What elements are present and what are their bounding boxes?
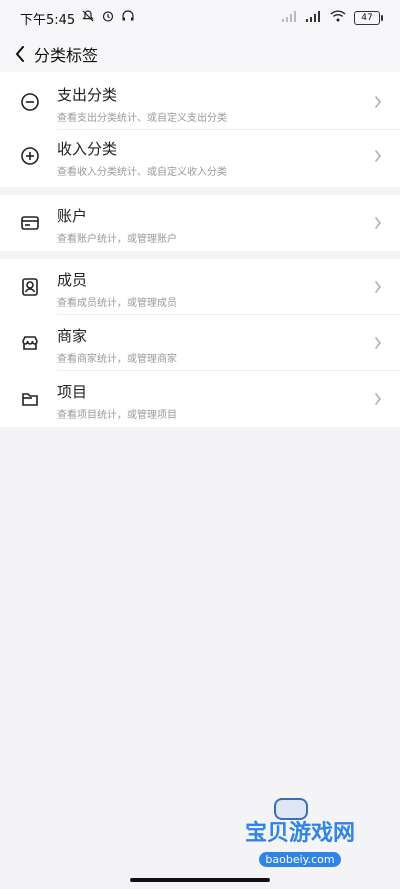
item-subtitle: 查看账户统计，或管理账户	[57, 234, 177, 245]
signal-hd-icon	[306, 10, 322, 26]
watermark: 宝贝游戏网 baobeiy.com	[220, 798, 380, 867]
minus-circle-icon	[20, 92, 40, 112]
gamepad-icon	[274, 798, 308, 820]
list-item-income-categories[interactable]: 收入分类 查看收入分类统计、或自定义收入分类	[0, 128, 400, 184]
section-categories: 支出分类 查看支出分类统计、或自定义支出分类 收入分类 查看收入分类统计、或自定…	[0, 72, 400, 187]
member-icon	[20, 277, 40, 297]
item-subtitle: 查看成员统计，或管理成员	[57, 298, 177, 309]
chevron-right-icon	[372, 280, 384, 294]
list-item-expense-categories[interactable]: 支出分类 查看支出分类统计、或自定义支出分类	[0, 74, 400, 130]
card-icon	[20, 213, 40, 233]
chevron-right-icon	[372, 392, 384, 406]
section-accounts: 账户 查看账户统计，或管理账户	[0, 195, 400, 251]
signal-icon	[282, 10, 298, 26]
item-subtitle: 查看商家统计，或管理商家	[57, 354, 177, 365]
item-subtitle: 查看项目统计，或管理项目	[57, 410, 177, 421]
status-time: 下午5:45	[20, 12, 76, 28]
chevron-left-icon	[15, 46, 24, 62]
list-item-accounts[interactable]: 账户 查看账户统计，或管理账户	[0, 195, 400, 251]
chevron-right-icon	[372, 95, 384, 109]
back-button[interactable]	[12, 46, 28, 62]
wifi-icon	[330, 10, 346, 26]
item-title: 成员	[57, 271, 88, 289]
page-title: 分类标签	[34, 46, 99, 65]
item-title: 项目	[57, 383, 88, 401]
item-subtitle: 查看支出分类统计、或自定义支出分类	[57, 113, 227, 124]
headphones-icon	[121, 9, 135, 27]
chevron-right-icon	[372, 216, 384, 230]
folder-icon	[20, 389, 40, 409]
list-item-members[interactable]: 成员 查看成员统计，或管理成员	[0, 259, 400, 315]
watermark-title: 宝贝游戏网	[244, 821, 355, 846]
list-item-merchants[interactable]: 商家 查看商家统计，或管理商家	[0, 315, 400, 371]
store-icon	[20, 333, 40, 353]
home-indicator[interactable]	[130, 878, 270, 882]
battery-icon: 47	[354, 11, 383, 25]
item-title: 支出分类	[57, 86, 118, 104]
section-others: 成员 查看成员统计，或管理成员 商家 查看商家统计，或管理商家 项目 查看项目统…	[0, 259, 400, 427]
list-item-projects[interactable]: 项目 查看项目统计，或管理项目	[0, 371, 400, 427]
item-title: 收入分类	[57, 140, 118, 158]
mute-icon	[81, 9, 95, 27]
top-nav: 分类标签	[0, 36, 400, 72]
chevron-right-icon	[372, 149, 384, 163]
plus-circle-icon	[20, 146, 40, 166]
watermark-url: baobeiy.com	[259, 852, 341, 867]
item-title: 商家	[57, 327, 88, 345]
status-bar: 下午5:45 47	[0, 0, 400, 36]
item-subtitle: 查看收入分类统计、或自定义收入分类	[57, 167, 227, 178]
alarm-icon	[101, 9, 115, 27]
item-title: 账户	[57, 207, 88, 225]
chevron-right-icon	[372, 336, 384, 350]
